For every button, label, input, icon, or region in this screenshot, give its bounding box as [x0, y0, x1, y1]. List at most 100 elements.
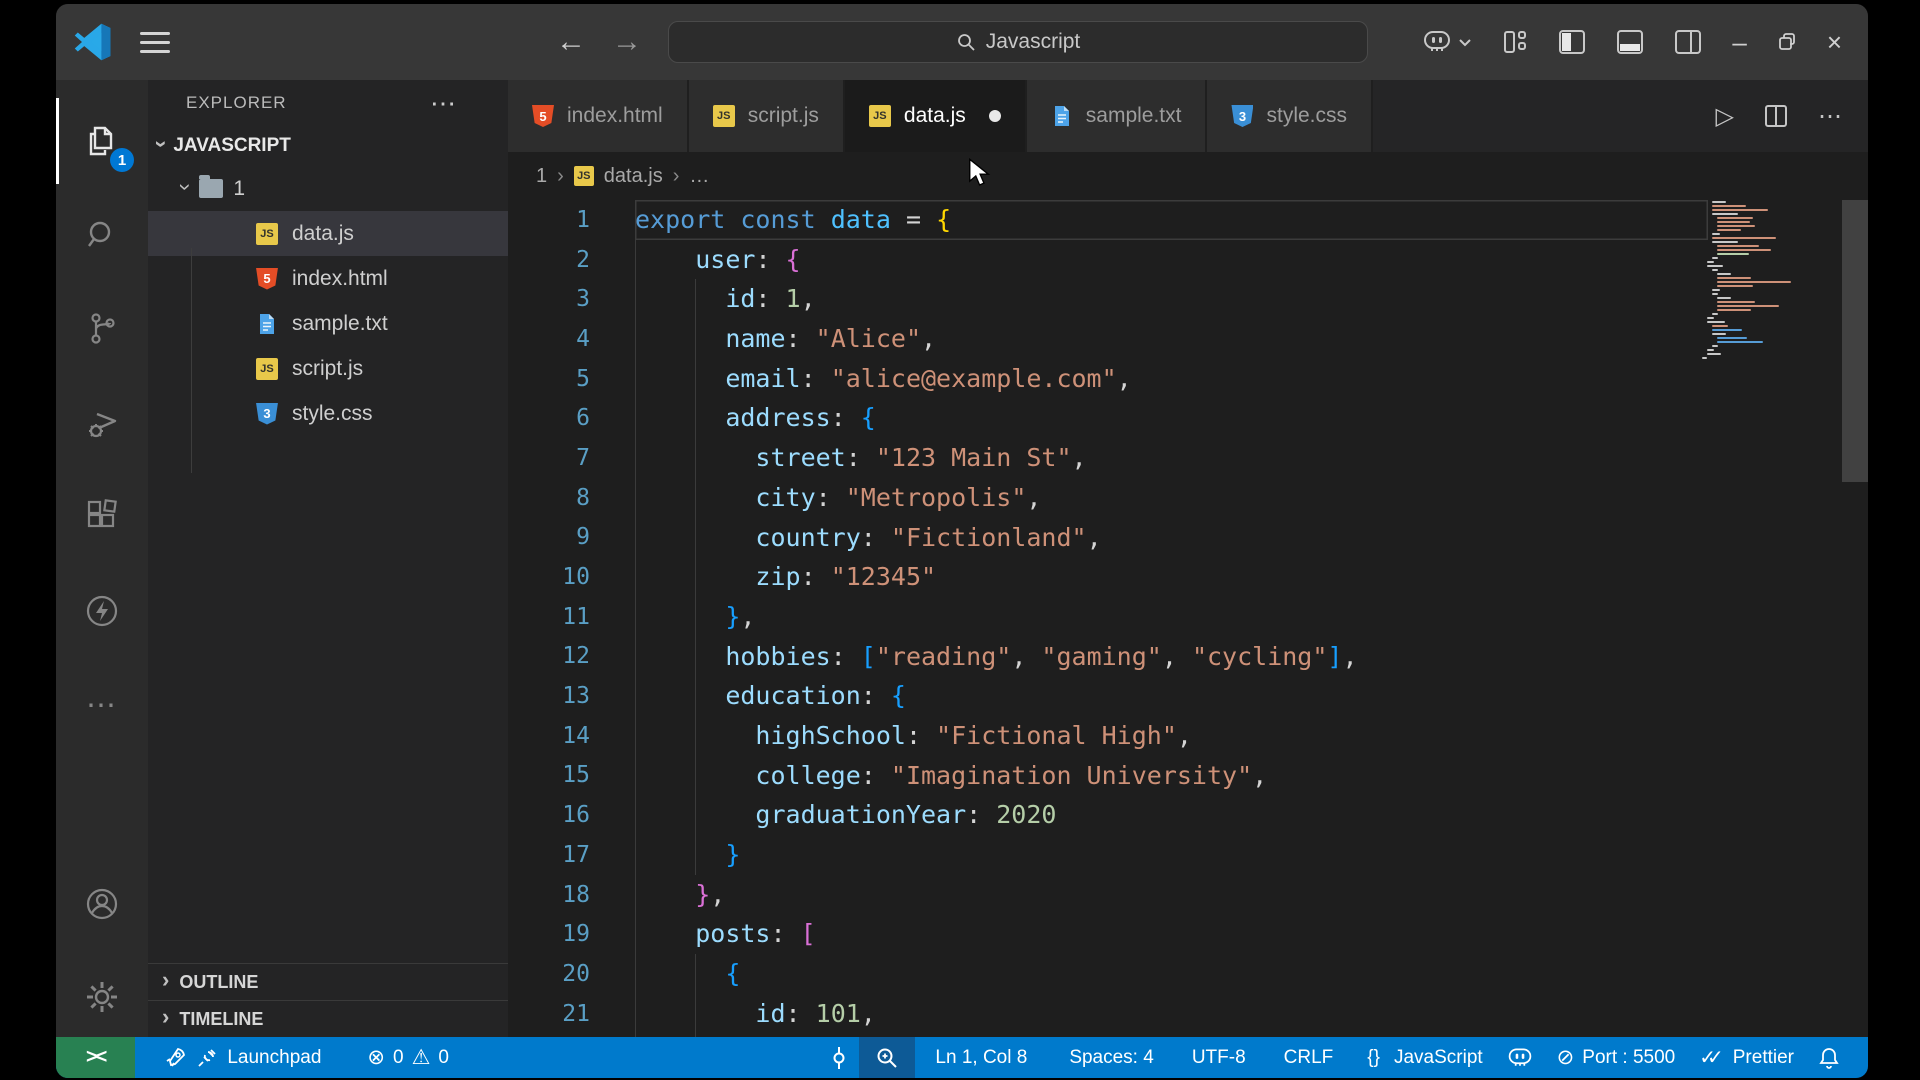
code-line-21[interactable]: 21 id: 101,	[508, 994, 1708, 1034]
code-line-15[interactable]: 15 college: "Imagination University",	[508, 756, 1708, 796]
run-file-icon[interactable]: ▷	[1716, 102, 1734, 131]
code-line-11[interactable]: 11 },	[508, 597, 1708, 637]
code-line-5[interactable]: 5 email: "alice@example.com",	[508, 359, 1708, 399]
file-row-style.css[interactable]: 3style.css	[148, 391, 508, 436]
timeline-section[interactable]: › TIMELINE	[148, 1000, 508, 1037]
customize-layout-icon[interactable]	[1502, 29, 1528, 55]
error-count: 0	[393, 1047, 404, 1069]
more-views-icon[interactable]: ⋯	[56, 658, 148, 752]
problems-item[interactable]: ⊗ 0 ⚠ 0	[355, 1037, 461, 1078]
code-line-16[interactable]: 16 graduationYear: 2020	[508, 795, 1708, 835]
remote-indicator[interactable]: ><	[56, 1037, 135, 1078]
code-line-20[interactable]: 20 {	[508, 954, 1708, 994]
settings-gear-icon[interactable]	[56, 957, 148, 1037]
breadcrumb-root[interactable]: 1	[536, 165, 547, 188]
file-row-script.js[interactable]: JSscript.js	[148, 346, 508, 391]
tab-index.html[interactable]: 5index.html	[508, 80, 689, 152]
toggle-primary-sidebar-icon[interactable]	[1558, 29, 1586, 55]
code-line-22[interactable]: 22 title: "My first post",	[508, 1033, 1708, 1037]
launchpad-item[interactable]: Launchpad	[151, 1037, 333, 1078]
source-control-activity-icon[interactable]	[56, 282, 148, 376]
code-line-7[interactable]: 7 street: "123 Main St",	[508, 438, 1708, 478]
cursor-position[interactable]: Ln 1, Col 8	[923, 1037, 1039, 1078]
code-line-4[interactable]: 4 name: "Alice",	[508, 319, 1708, 359]
language-mode[interactable]: {} JavaScript	[1355, 1037, 1494, 1078]
explorer-sidebar: EXPLORER ⋯ › JAVASCRIPT › 1 JSdata.js 5i…	[148, 80, 508, 1037]
minimap[interactable]	[1702, 200, 1838, 360]
outline-section[interactable]: › OUTLINE	[148, 963, 508, 1000]
notifications-bell[interactable]	[1806, 1037, 1852, 1078]
file-row-data.js[interactable]: JSdata.js	[148, 211, 508, 256]
commit-indicator[interactable]	[819, 1037, 859, 1078]
breadcrumb-separator-icon: ›	[557, 165, 564, 188]
code-line-17[interactable]: 17 }	[508, 835, 1708, 875]
breadcrumb-symbol[interactable]: …	[689, 165, 709, 188]
code-line-18[interactable]: 18 },	[508, 875, 1708, 915]
back-arrow-icon[interactable]: ←	[556, 27, 586, 57]
workspace-section[interactable]: › JAVASCRIPT	[148, 126, 508, 166]
run-debug-activity-icon[interactable]	[56, 376, 148, 470]
copilot-icon[interactable]	[1422, 30, 1472, 54]
command-center-search[interactable]: Javascript	[668, 21, 1368, 63]
line-number: 14	[508, 723, 590, 749]
file-row-sample.txt[interactable]: sample.txt	[148, 301, 508, 346]
code-line-19[interactable]: 19 posts: [	[508, 914, 1708, 954]
code-line-6[interactable]: 6 address: {	[508, 398, 1708, 438]
formatter-status[interactable]: ✓✓ Prettier	[1687, 1037, 1806, 1078]
minimize-button[interactable]: –	[1732, 27, 1746, 58]
code-line-13[interactable]: 13 education: {	[508, 676, 1708, 716]
accounts-icon[interactable]	[56, 857, 148, 951]
breadcrumb-file[interactable]: data.js	[604, 165, 663, 188]
encoding-label: UTF-8	[1192, 1047, 1246, 1069]
port-label: Port : 5500	[1582, 1047, 1675, 1069]
breadcrumb[interactable]: 1 › JS data.js › …	[508, 152, 1868, 200]
thunder-client-activity-icon[interactable]	[56, 564, 148, 658]
line-number: 16	[508, 802, 590, 828]
line-number: 12	[508, 643, 590, 669]
folder-row[interactable]: › 1	[148, 166, 508, 211]
indentation[interactable]: Spaces: 4	[1057, 1037, 1166, 1078]
editor-more-actions-icon[interactable]: ⋯	[1818, 102, 1842, 131]
tab-data.js[interactable]: JSdata.js	[845, 80, 1027, 152]
code-line-14[interactable]: 14 highSchool: "Fictional High",	[508, 716, 1708, 756]
tab-sample.txt[interactable]: sample.txt	[1027, 80, 1208, 152]
tab-style.css[interactable]: 3style.css	[1207, 80, 1373, 152]
tab-label: index.html	[567, 104, 663, 128]
code-line-9[interactable]: 9 country: "Fictionland",	[508, 518, 1708, 558]
restore-button[interactable]	[1777, 32, 1797, 52]
toggle-secondary-sidebar-icon[interactable]	[1674, 29, 1702, 55]
explorer-actions-icon[interactable]: ⋯	[430, 88, 458, 119]
close-button[interactable]: ×	[1827, 27, 1842, 58]
forward-arrow-icon[interactable]: →	[612, 27, 642, 57]
copilot-icon	[1507, 1047, 1533, 1069]
zoom-indicator[interactable]	[859, 1037, 915, 1078]
code-line-10[interactable]: 10 zip: "12345"	[508, 557, 1708, 597]
line-number: 4	[508, 326, 590, 352]
toggle-panel-icon[interactable]	[1616, 29, 1644, 55]
line-number: 2	[508, 247, 590, 273]
search-activity-icon[interactable]	[56, 188, 148, 282]
code-line-8[interactable]: 8 city: "Metropolis",	[508, 478, 1708, 518]
vscode-logo-icon	[74, 23, 112, 61]
editor-scrollbar[interactable]	[1842, 200, 1868, 482]
rocket-icon	[163, 1046, 187, 1070]
split-editor-icon[interactable]	[1764, 104, 1788, 128]
copilot-status[interactable]	[1495, 1037, 1545, 1078]
file-row-index.html[interactable]: 5index.html	[148, 256, 508, 301]
explorer-activity-icon[interactable]: 1	[56, 94, 148, 188]
line-number: 10	[508, 564, 590, 590]
menu-icon[interactable]	[140, 32, 170, 53]
eol-sequence[interactable]: CRLF	[1272, 1037, 1346, 1078]
code-line-1[interactable]: 1 export const data = {	[508, 200, 1708, 240]
extensions-activity-icon[interactable]	[56, 470, 148, 564]
code-line-2[interactable]: 2 user: {	[508, 240, 1708, 280]
tab-script.js[interactable]: JSscript.js	[689, 80, 845, 152]
code-editor[interactable]: 1 export const data = { 2 user: { 3 id: …	[508, 200, 1868, 1037]
tab-label: sample.txt	[1086, 104, 1182, 128]
live-server-port[interactable]: ⊘ Port : 5500	[1545, 1037, 1688, 1078]
line-number: 19	[508, 921, 590, 947]
encoding[interactable]: UTF-8	[1180, 1037, 1258, 1078]
code-line-3[interactable]: 3 id: 1,	[508, 279, 1708, 319]
code-line-12[interactable]: 12 hobbies: ["reading", "gaming", "cycli…	[508, 637, 1708, 677]
modified-dot-icon	[989, 110, 1001, 122]
